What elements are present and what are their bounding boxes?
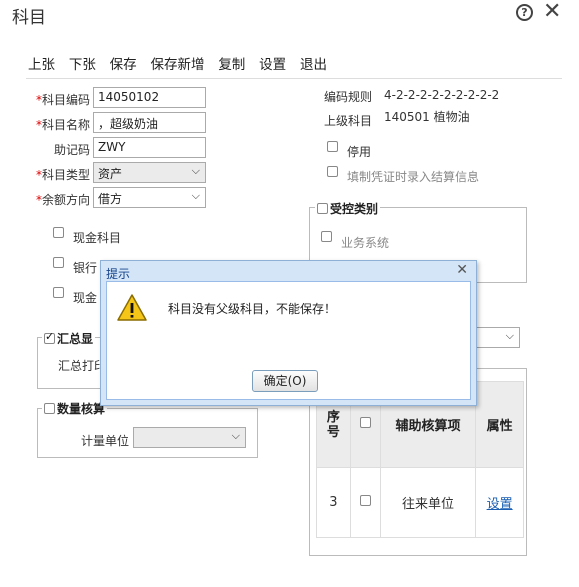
chevron-down-icon: ⌵ (191, 189, 200, 202)
row-checkbox[interactable] (359, 495, 371, 506)
save-new-button[interactable]: 保存新增 (150, 53, 204, 73)
disable-checkbox[interactable] (327, 141, 338, 152)
dialog-message: 科目没有父级科目，不能保存！ (168, 302, 337, 316)
code-label: *科目编码 (35, 93, 90, 107)
title-bar: 科目 ? ✕ (0, 0, 579, 30)
copy-button[interactable]: 复制 (218, 53, 245, 73)
mnemonic-label: 助记码 (53, 143, 90, 157)
unit-label: 计量单位 (81, 434, 130, 448)
type-select[interactable]: 资产 ⌵ (93, 162, 206, 183)
row-settings-link[interactable]: 设置 (487, 497, 513, 512)
aux-select[interactable]: ⌵ (475, 327, 520, 348)
summary-legend: 汇总显 (42, 330, 96, 347)
voucher-settle-checkbox[interactable] (327, 166, 338, 177)
prev-button[interactable]: 上张 (28, 53, 55, 73)
name-label: *科目名称 (35, 118, 90, 132)
parent-label: 上级科目 (324, 114, 373, 128)
dialog-body: 科目没有父级科目，不能保存！ 确定(O) (106, 281, 471, 400)
code-input[interactable]: 14050102 (93, 87, 206, 108)
cash-label: 现金科目 (73, 231, 122, 245)
balance-label: *余额方向 (35, 193, 90, 207)
summary-print-label: 汇总打印 (58, 359, 107, 373)
window-title: 科目 (12, 8, 46, 28)
next-button[interactable]: 下张 (69, 53, 96, 73)
controlled-legend: 受控类别 (315, 200, 381, 217)
bank-checkbox[interactable] (53, 257, 64, 268)
mnemonic-input[interactable]: ZWY (93, 137, 206, 158)
chevron-down-icon: ⌵ (191, 164, 200, 177)
select-all-checkbox[interactable] (359, 417, 371, 428)
quantity-legend: 数量核算 (42, 400, 108, 417)
bank-label: 银行 (73, 261, 98, 275)
dialog-close-icon[interactable]: ✕ (456, 262, 468, 278)
close-icon[interactable]: ✕ (543, 1, 561, 23)
cash-eq-label: 现金 (73, 291, 98, 305)
unit-select[interactable]: ⌵ (133, 427, 246, 448)
controlled-checkbox[interactable] (317, 203, 328, 214)
name-input[interactable]: ，超级奶油 (93, 112, 206, 133)
header-attr: 属性 (475, 381, 524, 468)
row-aux-item: 往来单位 (379, 467, 477, 538)
dialog-title: 提示 (106, 267, 131, 281)
type-label: *科目类型 (35, 168, 90, 182)
row-attr: 设置 (475, 467, 524, 538)
row-seq: 3 (316, 467, 351, 538)
chevron-down-icon: ⌵ (231, 429, 240, 442)
parent-value: 140501 植物油 (384, 110, 470, 124)
code-rule-label: 编码规则 (324, 90, 373, 104)
business-label: 业务系统 (341, 236, 390, 250)
toolbar-divider (26, 78, 562, 79)
voucher-settle-label: 填制凭证时录入结算信息 (347, 170, 480, 184)
cash-eq-checkbox[interactable] (53, 287, 64, 298)
code-rule-value: 4-2-2-2-2-2-2-2-2-2 (384, 88, 500, 102)
row-check (349, 467, 381, 538)
help-icon[interactable]: ? (516, 4, 533, 21)
exit-button[interactable]: 退出 (300, 53, 327, 73)
warning-icon (117, 294, 147, 321)
chevron-down-icon: ⌵ (505, 329, 514, 342)
table-row: 3 往来单位 设置 (316, 467, 524, 538)
alert-dialog: 提示 ✕ 科目没有父级科目，不能保存！ 确定(O) (100, 260, 477, 406)
business-checkbox[interactable] (321, 231, 332, 242)
quantity-checkbox[interactable] (44, 403, 55, 414)
disable-label: 停用 (347, 145, 372, 159)
subject-window: 科目 ? ✕ 上张 下张 保存 保存新增 复制 设置 退出 *科目编码 1405… (0, 0, 579, 587)
save-button[interactable]: 保存 (110, 53, 137, 73)
ok-button[interactable]: 确定(O) (252, 370, 318, 392)
toolbar: 上张 下张 保存 保存新增 复制 设置 退出 (28, 53, 337, 73)
settings-button[interactable]: 设置 (259, 53, 286, 73)
balance-select[interactable]: 借方 ⌵ (93, 187, 206, 208)
cash-checkbox[interactable] (53, 227, 64, 238)
summary-checkbox[interactable] (44, 330, 55, 344)
